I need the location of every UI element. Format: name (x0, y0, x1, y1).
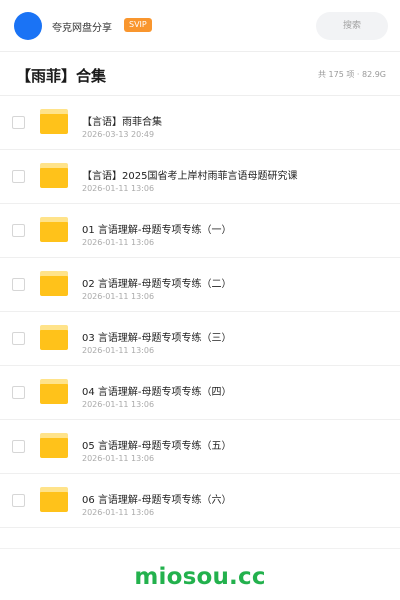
file-date: 2026-01-11 13:06 (82, 400, 155, 409)
file-name: 【言语】雨菲合集 (82, 117, 162, 128)
file-date: 2026-03-13 20:49 (82, 130, 155, 139)
list-item[interactable]: 01 言语理解-母题专项专练（一） 2026-01-11 13:06 (0, 204, 400, 258)
list-item[interactable]: 【言语】2025国省考上岸村雨菲言语母题研究课 2026-01-11 13:06 (0, 150, 400, 204)
item-summary: 共 175 项 · 82.9G (318, 70, 386, 79)
list-item[interactable]: 06 言语理解-母题专项专练（六） 2026-01-11 13:06 (0, 474, 400, 528)
select-checkbox[interactable] (12, 440, 25, 453)
folder-icon (40, 379, 68, 404)
top-bar: 夸克网盘分享 SVIP (0, 0, 400, 52)
file-date: 2026-01-11 13:06 (82, 346, 155, 355)
footer: miosou.cc (0, 548, 400, 600)
folder-icon (40, 487, 68, 512)
file-date: 2026-01-11 13:06 (82, 238, 155, 247)
list-item[interactable]: 04 言语理解-母题专项专练（四） 2026-01-11 13:06 (0, 366, 400, 420)
file-list: 【言语】雨菲合集 2026-03-13 20:49 【言语】2025国省考上岸村… (0, 96, 400, 528)
svip-badge: SVIP (124, 18, 152, 32)
page-title: 【雨菲】合集 (16, 67, 107, 85)
select-checkbox[interactable] (12, 116, 25, 129)
folder-icon (40, 325, 68, 350)
select-checkbox[interactable] (12, 170, 25, 183)
folder-icon (40, 271, 68, 296)
file-name: 03 言语理解-母题专项专练（三） (82, 333, 232, 344)
folder-icon (40, 433, 68, 458)
list-item[interactable]: 02 言语理解-母题专项专练（二） 2026-01-11 13:06 (0, 258, 400, 312)
folder-icon (40, 163, 68, 188)
site-brand[interactable]: miosou.cc (0, 564, 400, 590)
file-date: 2026-01-11 13:06 (82, 292, 155, 301)
select-checkbox[interactable] (12, 224, 25, 237)
file-date: 2026-01-11 13:06 (82, 508, 155, 517)
avatar[interactable] (14, 12, 42, 40)
app-name: 夸克网盘分享 (52, 23, 112, 34)
select-checkbox[interactable] (12, 278, 25, 291)
file-name: 02 言语理解-母题专项专练（二） (82, 279, 232, 290)
select-checkbox[interactable] (12, 494, 25, 507)
file-name: 01 言语理解-母题专项专练（一） (82, 225, 232, 236)
folder-icon (40, 109, 68, 134)
folder-icon (40, 217, 68, 242)
file-date: 2026-01-11 13:06 (82, 454, 155, 463)
file-date: 2026-01-11 13:06 (82, 184, 155, 193)
search-input[interactable] (316, 12, 388, 40)
list-item[interactable]: 05 言语理解-母题专项专练（五） 2026-01-11 13:06 (0, 420, 400, 474)
select-checkbox[interactable] (12, 332, 25, 345)
list-item[interactable]: 【言语】雨菲合集 2026-03-13 20:49 (0, 96, 400, 150)
list-item[interactable]: 03 言语理解-母题专项专练（三） 2026-01-11 13:06 (0, 312, 400, 366)
file-name: 05 言语理解-母题专项专练（五） (82, 441, 232, 452)
file-name: 06 言语理解-母题专项专练（六） (82, 495, 232, 506)
select-checkbox[interactable] (12, 386, 25, 399)
file-name: 04 言语理解-母题专项专练（四） (82, 387, 232, 398)
file-name: 【言语】2025国省考上岸村雨菲言语母题研究课 (82, 171, 298, 182)
title-row: 【雨菲】合集 共 175 项 · 82.9G (0, 52, 400, 96)
